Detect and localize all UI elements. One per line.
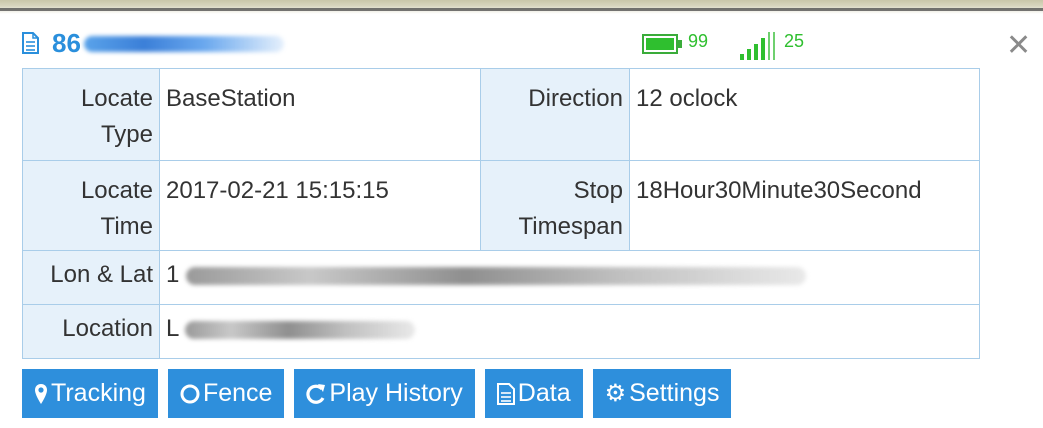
lonlat-value-text: 1	[166, 261, 180, 288]
map-marker-icon	[34, 383, 48, 405]
table-row: Location L	[22, 304, 980, 359]
battery-level: 99	[688, 31, 709, 51]
document-icon	[22, 32, 39, 54]
location-value: L	[159, 304, 980, 359]
document-icon	[496, 382, 515, 405]
device-info-table: Locate Type BaseStation Direction 12 ocl…	[22, 68, 980, 359]
action-buttons: Tracking Fence Play History Data ⚙ Setti…	[22, 369, 732, 418]
lonlat-value: 1	[159, 250, 980, 305]
location-value-text: L	[166, 315, 179, 342]
play-history-button[interactable]: Play History	[294, 369, 475, 418]
tracking-label: Tracking	[51, 379, 146, 407]
close-icon[interactable]: ✕	[1006, 28, 1031, 63]
data-label: Data	[517, 379, 571, 407]
settings-label: Settings	[629, 379, 720, 407]
play-history-label: Play History	[329, 379, 463, 407]
battery-icon	[642, 34, 686, 56]
signal-strength: 25	[784, 31, 805, 51]
fence-button[interactable]: Fence	[167, 369, 285, 418]
refresh-icon	[306, 383, 326, 405]
gear-icon: ⚙	[604, 380, 627, 407]
locate-time-value: 2017-02-21 15:15:15	[159, 160, 481, 251]
location-label: Location	[22, 304, 160, 359]
popup-header: 86 99 25 ✕	[22, 28, 1031, 62]
device-id: 86	[52, 28, 81, 58]
redacted-location	[185, 320, 416, 339]
table-row: Locate Type BaseStation Direction 12 ocl…	[22, 68, 980, 161]
locate-type-value: BaseStation	[159, 68, 481, 161]
circle-icon	[180, 384, 200, 404]
signal-icon	[740, 32, 780, 60]
redacted-device-id	[84, 36, 284, 52]
table-row: Locate Time 2017-02-21 15:15:15 Stop Tim…	[22, 160, 980, 251]
map-background-strip	[0, 0, 1043, 14]
stop-timespan-value: 18Hour30Minute30Second	[629, 160, 980, 251]
table-row: Lon & Lat 1	[22, 250, 980, 305]
locate-type-label: Locate Type	[22, 68, 160, 161]
lonlat-label: Lon & Lat	[22, 250, 160, 305]
tracking-button[interactable]: Tracking	[22, 369, 158, 418]
locate-time-label: Locate Time	[22, 160, 160, 251]
direction-label: Direction	[480, 68, 630, 161]
direction-value: 12 oclock	[629, 68, 980, 161]
fence-label: Fence	[202, 379, 273, 407]
stop-timespan-label: Stop Timespan	[480, 160, 630, 251]
data-button[interactable]: Data	[484, 369, 583, 418]
redacted-coordinates	[186, 266, 807, 285]
settings-button[interactable]: ⚙ Settings	[592, 369, 732, 418]
